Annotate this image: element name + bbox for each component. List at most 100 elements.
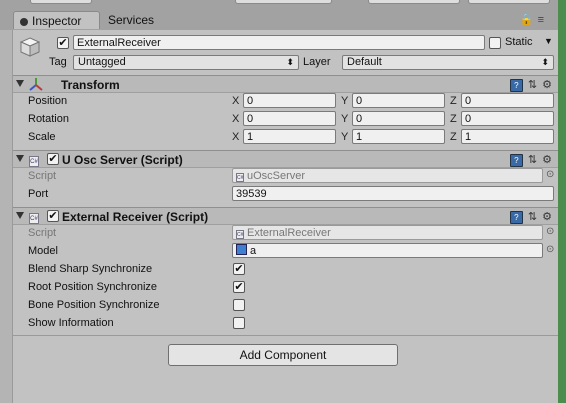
axis-z-label: Z [450, 131, 457, 143]
script-file-icon: C# [236, 173, 244, 182]
layer-dropdown[interactable]: Default ⬍ [342, 55, 554, 70]
scene-view-edge [558, 0, 566, 403]
model-field[interactable]: a [232, 243, 543, 258]
window-stub [468, 0, 550, 4]
tab-services[interactable]: Services [108, 11, 154, 29]
uosc-script-field: C# uOscServer [232, 168, 543, 183]
add-component-button[interactable]: Add Component [168, 344, 398, 366]
menu-icon[interactable]: ≡ [538, 14, 548, 26]
model-value: a [250, 245, 257, 257]
window-stub [368, 0, 460, 4]
script-file-icon: C# [236, 230, 244, 239]
rotation-z-field[interactable]: 0 [461, 111, 554, 126]
model-cube-icon [236, 244, 247, 255]
show-information-checkbox[interactable] [233, 317, 245, 329]
axis-x-label: X [232, 95, 240, 107]
position-x-field[interactable]: 0 [243, 93, 336, 108]
axis-x-label: X [232, 131, 240, 143]
preset-icon[interactable]: ⇅ [528, 210, 537, 223]
tag-dropdown[interactable]: Untagged ⬍ [73, 55, 299, 70]
gear-icon[interactable]: ⚙ [542, 210, 552, 223]
preset-icon[interactable]: ⇅ [528, 78, 537, 91]
port-label: Port [28, 188, 49, 200]
window-stub [235, 0, 332, 4]
axis-y-label: Y [341, 95, 349, 107]
object-picker-icon[interactable]: ⊙ [546, 226, 554, 237]
receiver-script-value: ExternalReceiver [247, 227, 331, 239]
tag-label: Tag [49, 56, 67, 68]
inspector-icon [20, 18, 28, 26]
option-label: Bone Position Synchronize [28, 299, 160, 311]
position-y-field[interactable]: 0 [352, 93, 445, 108]
foldout-arrow-icon[interactable] [16, 155, 24, 162]
transform-header[interactable]: Transform ? ⇅ ⚙ [13, 75, 558, 93]
option-label: Blend Sharp Synchronize [28, 263, 153, 275]
help-book-icon[interactable]: ? [509, 79, 523, 92]
axis-z-label: Z [450, 95, 457, 107]
script-cs-icon: C# [29, 154, 39, 167]
rotation-label: Rotation [28, 113, 69, 125]
receiver-enabled-checkbox[interactable]: ✔ [47, 210, 59, 222]
foldout-arrow-icon[interactable] [16, 80, 24, 87]
receiver-script-label: Script [28, 227, 57, 239]
receiver-script-field: C# ExternalReceiver [232, 225, 543, 240]
axis-z-label: Z [450, 113, 457, 125]
root-position-sync-checkbox[interactable]: ✔ [233, 281, 245, 293]
axis-y-label: Y [341, 113, 349, 125]
static-dropdown-arrow-icon[interactable]: ▼ [544, 36, 553, 46]
port-field[interactable]: 39539 [232, 186, 554, 201]
receiver-title: External Receiver (Script) [62, 210, 209, 224]
layer-value: Default [347, 56, 382, 68]
object-picker-icon[interactable]: ⊙ [546, 244, 554, 255]
gear-icon[interactable]: ⚙ [542, 153, 552, 166]
position-z-field[interactable]: 0 [461, 93, 554, 108]
uosc-script-value: uOscServer [247, 170, 306, 182]
gameobject-active-checkbox[interactable]: ✔ [57, 37, 69, 49]
tab-inspector-label: Inspector [32, 14, 82, 28]
left-edge [0, 30, 13, 403]
gameobject-name-field[interactable]: ExternalReceiver [73, 35, 485, 50]
rotation-y-field[interactable]: 0 [352, 111, 445, 126]
preset-icon[interactable]: ⇅ [528, 153, 537, 166]
help-book-icon[interactable]: ? [509, 154, 523, 167]
axis-x-label: X [232, 113, 240, 125]
dropdown-arrows-icon: ⬍ [541, 57, 549, 67]
tab-inspector[interactable]: Inspector [13, 11, 100, 29]
help-book-icon[interactable]: ? [509, 211, 523, 224]
static-label: Static [505, 36, 533, 48]
blend-sharp-sync-checkbox[interactable]: ✔ [233, 263, 245, 275]
scale-label: Scale [28, 131, 56, 143]
divider [13, 335, 558, 336]
option-label: Show Information [28, 317, 114, 329]
tag-value: Untagged [78, 56, 126, 68]
scale-x-field[interactable]: 1 [243, 129, 336, 144]
external-receiver-header[interactable]: C# ✔ External Receiver (Script) ? ⇅ ⚙ [13, 207, 558, 225]
layer-label: Layer [303, 56, 331, 68]
static-checkbox[interactable] [489, 37, 501, 49]
uosc-script-label: Script [28, 170, 57, 182]
option-label: Root Position Synchronize [28, 281, 158, 293]
bone-position-sync-checkbox[interactable] [233, 299, 245, 311]
uosc-enabled-checkbox[interactable]: ✔ [47, 153, 59, 165]
uosc-title: U Osc Server (Script) [62, 153, 183, 167]
window-menu-icons[interactable]: 🔒≡ [520, 13, 548, 26]
lock-icon[interactable]: 🔒 [520, 14, 538, 26]
component-header-icons: ? ⇅ ⚙ [505, 153, 552, 167]
axis-y-label: Y [341, 131, 349, 143]
position-label: Position [28, 95, 68, 107]
script-cs-icon: C# [29, 211, 39, 224]
gear-icon[interactable]: ⚙ [542, 78, 552, 91]
scale-z-field[interactable]: 1 [461, 129, 554, 144]
dropdown-arrows-icon: ⬍ [286, 57, 294, 67]
inspector-panel: ✔ ExternalReceiver Static ▼ Tag Untagged… [13, 30, 558, 403]
model-label: Model [28, 245, 58, 257]
component-header-icons: ? ⇅ ⚙ [505, 210, 552, 224]
foldout-arrow-icon[interactable] [16, 212, 24, 219]
window-stub [30, 0, 92, 4]
object-picker-icon[interactable]: ⊙ [546, 169, 554, 180]
uosc-server-header[interactable]: C# ✔ U Osc Server (Script) ? ⇅ ⚙ [13, 150, 558, 168]
rotation-x-field[interactable]: 0 [243, 111, 336, 126]
scale-y-field[interactable]: 1 [352, 129, 445, 144]
gameobject-cube-icon [18, 35, 42, 59]
transform-axis-icon [29, 77, 43, 91]
